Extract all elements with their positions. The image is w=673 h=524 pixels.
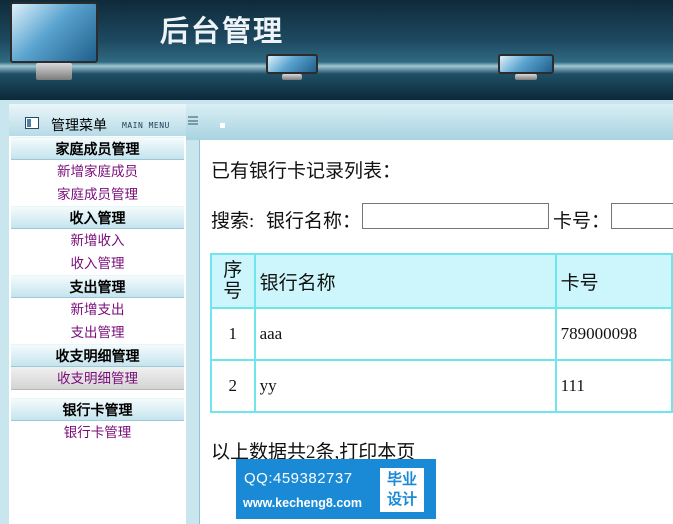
menu-category-expense[interactable]: 支出管理 (11, 275, 184, 298)
menu-item-add-family-member[interactable]: 新增家庭成员 (11, 160, 184, 183)
watermark-ad: QQ:459382737 www.kecheng8.com 毕业 设计 (236, 459, 436, 519)
sidebar: 管理菜单 MAIN MENU 家庭成员管理 新增家庭成员 家庭成员管理 收入管理… (9, 104, 186, 524)
menu-category-detail[interactable]: 收支明细管理 (11, 344, 184, 367)
cell-bank-name: yy (253, 359, 557, 413)
cell-bank-name: aaa (253, 307, 557, 361)
table-row: 1 aaa 789000098 (210, 307, 673, 361)
monitor-icon (10, 2, 98, 80)
monitor-icon (498, 54, 554, 80)
menu-title-en: MAIN MENU (122, 121, 170, 130)
ad-qq-text: QQ:459382737 (244, 470, 353, 487)
column-header-card-number: 卡号 (554, 253, 673, 309)
menu-item-family-member-manage[interactable]: 家庭成员管理 (11, 183, 184, 206)
card-number-label: 卡号： (553, 211, 611, 232)
page-title: 后台管理 (160, 14, 285, 48)
ad-url-text: www.kecheng8.com (243, 496, 363, 510)
menu-item-income-manage[interactable]: 收入管理 (11, 252, 184, 275)
card-number-input[interactable] (611, 203, 673, 229)
menu-item-bankcard-manage[interactable]: 银行卡管理 (11, 421, 184, 444)
column-header-bank-name: 银行名称 (253, 253, 557, 309)
menu-item-expense-manage[interactable]: 支出管理 (11, 321, 184, 344)
list-title: 已有银行卡记录列表： (211, 161, 402, 182)
cell-seq: 2 (210, 359, 256, 413)
ad-badge-line2: 设计 (386, 491, 417, 508)
menu-title: 管理菜单 (51, 117, 107, 133)
column-header-seq: 序号 (210, 253, 256, 309)
ad-badge: 毕业 设计 (380, 468, 424, 512)
menu-category-family[interactable]: 家庭成员管理 (11, 137, 184, 160)
menu-item-detail-manage[interactable]: 收支明细管理 (11, 367, 184, 390)
ad-badge-line1: 毕业 (386, 471, 417, 488)
bank-name-input[interactable] (362, 203, 549, 229)
menu-item-add-income[interactable]: 新增收入 (11, 229, 184, 252)
menu-window-icon (25, 117, 39, 129)
menu-category-income[interactable]: 收入管理 (11, 206, 184, 229)
header-banner: 后台管理 (0, 0, 673, 100)
content-header-bar (186, 104, 673, 140)
bank-name-label: 银行名称： (266, 211, 362, 232)
search-label: 搜索: (211, 211, 255, 232)
menu-body: 家庭成员管理 新增家庭成员 家庭成员管理 收入管理 新增收入 收入管理 支出管理… (9, 136, 186, 524)
table-header-row: 序号 银行名称 卡号 (210, 253, 673, 309)
menu-lines-icon (188, 116, 198, 125)
cell-seq: 1 (210, 307, 256, 361)
bullet-icon (220, 123, 225, 128)
menu-item-add-expense[interactable]: 新增支出 (11, 298, 184, 321)
menu-category-bankcard[interactable]: 银行卡管理 (11, 398, 184, 421)
monitor-icon (266, 54, 318, 80)
cell-card-number: 789000098 (554, 307, 673, 361)
bankcard-table: 序号 银行名称 卡号 1 aaa 789000098 2 yy 111 (210, 253, 673, 413)
cell-card-number: 111 (554, 359, 673, 413)
table-row: 2 yy 111 (210, 359, 673, 413)
menu-header: 管理菜单 MAIN MENU (9, 104, 186, 136)
